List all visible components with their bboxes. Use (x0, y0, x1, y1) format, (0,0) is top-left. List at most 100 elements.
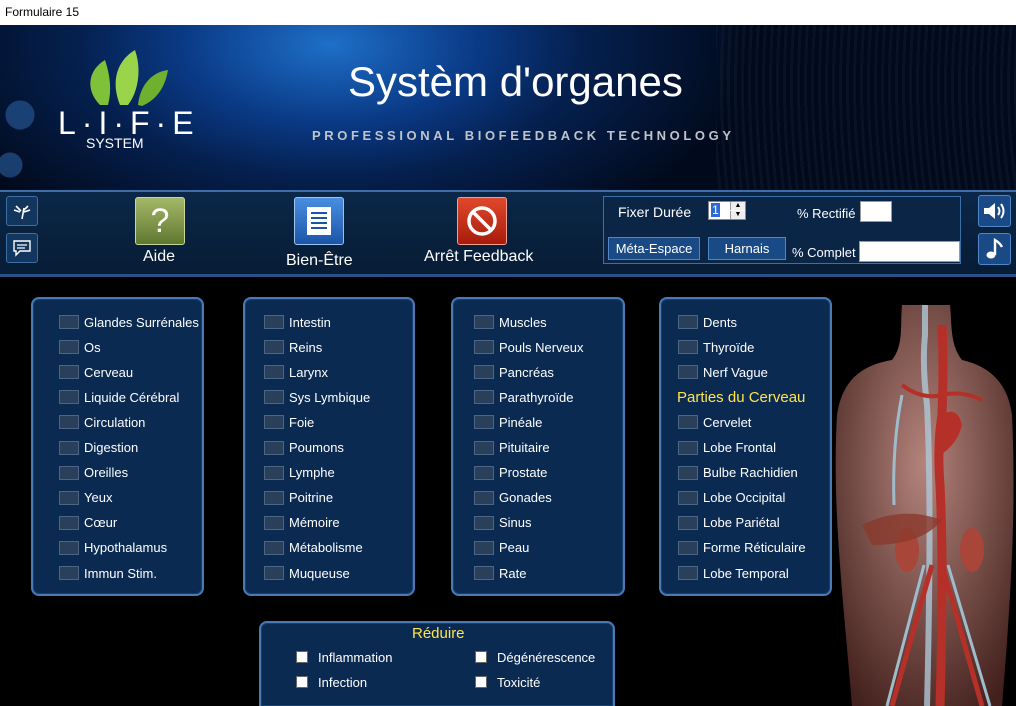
reduire-checkbox[interactable] (475, 676, 487, 688)
organ-item[interactable]: Yeux (59, 489, 112, 507)
reduire-item[interactable]: Infection (296, 673, 367, 691)
reduire-item[interactable]: Inflammation (296, 648, 392, 666)
organ-item[interactable]: Foie (264, 413, 314, 431)
organ-item[interactable]: Lymphe (264, 464, 335, 482)
organ-checkbox[interactable] (59, 440, 79, 455)
organ-checkbox[interactable] (678, 340, 698, 355)
organ-checkbox[interactable] (59, 465, 79, 480)
organ-item[interactable]: Pancréas (474, 363, 554, 381)
organ-item[interactable]: Cerveau (59, 363, 133, 381)
reduire-checkbox[interactable] (475, 651, 487, 663)
organ-checkbox[interactable] (59, 490, 79, 505)
organ-item[interactable]: Dents (678, 313, 737, 331)
organ-checkbox[interactable] (264, 415, 284, 430)
organ-item[interactable]: Bulbe Rachidien (678, 464, 798, 482)
organ-item[interactable]: Muqueuse (264, 564, 350, 582)
organ-item[interactable]: Lobe Occipital (678, 489, 785, 507)
organ-item[interactable]: Pituitaire (474, 439, 550, 457)
organ-checkbox[interactable] (474, 540, 494, 555)
organ-checkbox[interactable] (264, 365, 284, 380)
organ-item[interactable]: Glandes Surrénales (59, 313, 199, 331)
organ-checkbox[interactable] (474, 465, 494, 480)
organ-item[interactable]: Larynx (264, 363, 328, 381)
meta-espace-button[interactable]: Méta-Espace (608, 237, 700, 260)
organ-item[interactable]: Pinéale (474, 413, 542, 431)
organ-checkbox[interactable] (264, 340, 284, 355)
organ-checkbox[interactable] (474, 365, 494, 380)
organ-item[interactable]: Liquide Cérébral (59, 388, 179, 406)
organ-item[interactable]: Circulation (59, 413, 145, 431)
organ-checkbox[interactable] (678, 315, 698, 329)
organ-item[interactable]: Hypothalamus (59, 539, 167, 557)
organ-item[interactable]: Reins (264, 338, 322, 356)
organ-item[interactable]: Intestin (264, 313, 331, 331)
organ-checkbox[interactable] (264, 515, 284, 530)
arret-feedback-button[interactable] (457, 197, 507, 245)
organ-item[interactable]: Prostate (474, 464, 547, 482)
organ-checkbox[interactable] (59, 415, 79, 430)
organ-checkbox[interactable] (474, 515, 494, 530)
organ-checkbox[interactable] (678, 515, 698, 530)
message-button[interactable] (6, 233, 38, 263)
organ-checkbox[interactable] (264, 315, 284, 329)
organ-item[interactable]: Rate (474, 564, 526, 582)
organ-checkbox[interactable] (59, 566, 79, 580)
organ-item[interactable]: Forme Réticulaire (678, 539, 806, 557)
organ-item[interactable]: Parathyroïde (474, 388, 573, 406)
organ-checkbox[interactable] (474, 315, 494, 329)
reduire-item[interactable]: Toxicité (475, 673, 540, 691)
organ-checkbox[interactable] (59, 315, 79, 329)
organ-checkbox[interactable] (59, 515, 79, 530)
organ-item[interactable]: Cœur (59, 514, 117, 532)
organ-checkbox[interactable] (264, 440, 284, 455)
organ-checkbox[interactable] (474, 490, 494, 505)
organ-item[interactable]: Mémoire (264, 514, 340, 532)
organ-checkbox[interactable] (264, 540, 284, 555)
organ-item[interactable]: Lobe Frontal (678, 439, 776, 457)
reduire-item[interactable]: Dégénérescence (475, 648, 595, 666)
spin-down-icon[interactable]: ▼ (730, 211, 745, 219)
organ-item[interactable]: Nerf Vague (678, 363, 768, 381)
organ-checkbox[interactable] (474, 566, 494, 580)
organ-item[interactable]: Poumons (264, 439, 344, 457)
organ-item[interactable]: Gonades (474, 489, 552, 507)
organ-checkbox[interactable] (59, 340, 79, 355)
organ-checkbox[interactable] (474, 340, 494, 355)
organ-checkbox[interactable] (678, 465, 698, 480)
sound-button[interactable] (978, 195, 1011, 227)
organ-checkbox[interactable] (678, 440, 698, 455)
organ-item[interactable]: Oreilles (59, 464, 128, 482)
organ-checkbox[interactable] (264, 566, 284, 580)
organ-item[interactable]: Lobe Pariétal (678, 514, 780, 532)
organ-checkbox[interactable] (678, 365, 698, 380)
organ-checkbox[interactable] (678, 566, 698, 580)
organ-checkbox[interactable] (678, 490, 698, 505)
organ-item[interactable]: Thyroïde (678, 338, 754, 356)
organ-checkbox[interactable] (474, 390, 494, 405)
duration-spinner[interactable]: 1 ▲ ▼ (708, 201, 746, 220)
organ-item[interactable]: Pouls Nerveux (474, 338, 584, 356)
harnais-button[interactable]: Harnais (708, 237, 786, 260)
organ-item[interactable]: Lobe Temporal (678, 564, 789, 582)
organ-checkbox[interactable] (474, 415, 494, 430)
bien-etre-button[interactable] (294, 197, 344, 245)
organ-item[interactable]: Os (59, 338, 101, 356)
organ-checkbox[interactable] (59, 365, 79, 380)
spin-up-icon[interactable]: ▲ (730, 202, 745, 210)
organ-checkbox[interactable] (264, 490, 284, 505)
organ-item[interactable]: Digestion (59, 439, 138, 457)
organ-checkbox[interactable] (59, 390, 79, 405)
organ-checkbox[interactable] (59, 540, 79, 555)
organ-item[interactable]: Métabolisme (264, 539, 363, 557)
organ-checkbox[interactable] (678, 540, 698, 555)
music-button[interactable] (978, 233, 1011, 265)
organ-checkbox[interactable] (474, 440, 494, 455)
organ-checkbox[interactable] (678, 415, 698, 430)
organ-item[interactable]: Muscles (474, 313, 547, 331)
organ-item[interactable]: Sys Lymbique (264, 388, 370, 406)
organ-checkbox[interactable] (264, 390, 284, 405)
aide-button[interactable]: ? (135, 197, 185, 245)
organ-item[interactable]: Immun Stim. (59, 564, 157, 582)
reduire-checkbox[interactable] (296, 651, 308, 663)
reduire-checkbox[interactable] (296, 676, 308, 688)
